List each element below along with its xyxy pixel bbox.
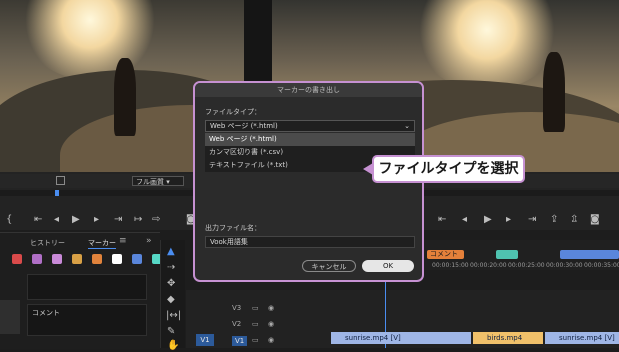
timecode-label: 00:00:15:00 — [432, 262, 469, 269]
sun-glow — [20, 0, 160, 80]
tab-markers[interactable]: マーカー — [88, 238, 116, 249]
timecode-label: 00:00:25:00 — [508, 262, 545, 269]
callout-file-type: ファイルタイプを選択 — [372, 155, 525, 183]
timecode-label: 00:00:20:00 — [470, 262, 507, 269]
track-toggle-icon[interactable]: ▭ — [252, 320, 259, 328]
left-strip — [0, 300, 20, 334]
tab-history[interactable]: ヒストリー — [30, 238, 65, 248]
track-select-icon[interactable]: ⇢ — [167, 262, 175, 274]
marker-list-item[interactable] — [27, 274, 147, 300]
step-forward-icon-right[interactable]: ⇥ — [528, 214, 536, 226]
track-toggle-icon[interactable]: ▭ — [252, 336, 259, 344]
file-type-select[interactable]: Web ページ (*.html) ⌄ — [205, 120, 415, 132]
timecode-label: 00:00:35:00 — [584, 262, 619, 269]
lift-icon[interactable]: ⇪ — [550, 214, 558, 226]
track-name[interactable]: V3 — [232, 304, 241, 312]
marker-comment-label: コメント — [32, 309, 60, 317]
overwrite-icon[interactable]: ⇨ — [152, 214, 160, 226]
sun-glow-right — [412, 0, 562, 90]
output-name-input[interactable]: Vook用語集 — [205, 236, 415, 248]
label-color-swatch[interactable] — [132, 254, 142, 264]
zoom-select[interactable]: フル画質 ▾ — [132, 176, 184, 186]
play-icon[interactable]: ▶ — [72, 214, 80, 226]
label-color-swatch[interactable] — [52, 254, 62, 264]
file-type-select-value: Web ページ (*.html) — [210, 122, 278, 130]
eye-icon[interactable]: ◉ — [268, 336, 274, 344]
label-color-swatch[interactable] — [92, 254, 102, 264]
camera-icon-right[interactable]: ◙ — [590, 214, 600, 226]
label-color-swatch[interactable] — [112, 254, 122, 264]
pen-tool-icon[interactable]: ✎ — [167, 326, 175, 338]
eye-icon[interactable]: ◉ — [268, 320, 274, 328]
timeline-comment-marker[interactable]: コメント — [427, 250, 464, 259]
timeline-marker-blue[interactable] — [560, 250, 619, 259]
marker-comment-item[interactable]: コメント — [27, 304, 147, 336]
track-name[interactable]: V1 — [232, 336, 248, 346]
timeline-clip[interactable]: birds.mp4 — [473, 332, 543, 344]
track-toggle-icon[interactable]: ▭ — [252, 304, 259, 312]
label-color-swatch[interactable] — [32, 254, 42, 264]
panel-menu-icon[interactable]: ≡ — [119, 236, 127, 246]
marker-icon[interactable] — [56, 176, 65, 185]
insert-icon[interactable]: ↦ — [134, 214, 142, 226]
play-icon-right[interactable]: ▶ — [484, 214, 492, 226]
person-silhouette-right — [543, 52, 565, 132]
timeline-clip[interactable]: sunrise.mp4 [V] — [331, 332, 471, 344]
label-color-swatch[interactable] — [72, 254, 82, 264]
frame-back-icon[interactable]: ◂ — [54, 214, 59, 226]
step-back-icon[interactable]: ⇤ — [34, 214, 42, 226]
source-patch-v1[interactable]: V1 — [196, 334, 214, 346]
ok-button[interactable]: OK — [362, 260, 414, 272]
step-forward-icon[interactable]: ⇥ — [114, 214, 122, 226]
dialog-title: マーカーの書き出し — [195, 83, 422, 97]
timeline-marker-green[interactable] — [496, 250, 518, 259]
selection-tool-icon[interactable]: ▲ — [167, 246, 175, 258]
step-back-icon-right[interactable]: ⇤ — [438, 214, 446, 226]
slip-tool-icon[interactable]: |↔| — [166, 310, 181, 322]
output-name-label: 出力ファイル名： — [205, 224, 261, 232]
label-color-swatch[interactable] — [12, 254, 22, 264]
file-type-label: ファイルタイプ： — [205, 108, 261, 116]
panel-overflow-icon[interactable]: » — [146, 236, 152, 246]
hand-tool-icon[interactable]: ✋ — [167, 340, 179, 352]
mark-in-icon[interactable]: { — [6, 214, 12, 226]
frame-forward-icon[interactable]: ▸ — [94, 214, 99, 226]
chevron-down-icon: ⌄ — [404, 122, 410, 130]
option-html[interactable]: Web ページ (*.html) — [205, 133, 415, 146]
extract-icon[interactable]: ⇫ — [570, 214, 578, 226]
frame-forward-icon-right[interactable]: ▸ — [506, 214, 511, 226]
timecode-label: 00:00:30:00 — [546, 262, 583, 269]
track-name[interactable]: V2 — [232, 320, 241, 328]
ripple-edit-icon[interactable]: ✥ — [167, 278, 175, 290]
frame-back-icon-right[interactable]: ◂ — [462, 214, 467, 226]
cancel-button[interactable]: キャンセル — [302, 260, 356, 272]
eye-icon[interactable]: ◉ — [268, 304, 274, 312]
playhead-marker[interactable] — [55, 190, 59, 196]
timeline-clip[interactable]: sunrise.mp4 [V] — [545, 332, 619, 344]
razor-icon[interactable]: ◆ — [167, 294, 175, 306]
person-silhouette — [114, 58, 136, 136]
zoom-select-label: フル画質 — [136, 178, 164, 186]
